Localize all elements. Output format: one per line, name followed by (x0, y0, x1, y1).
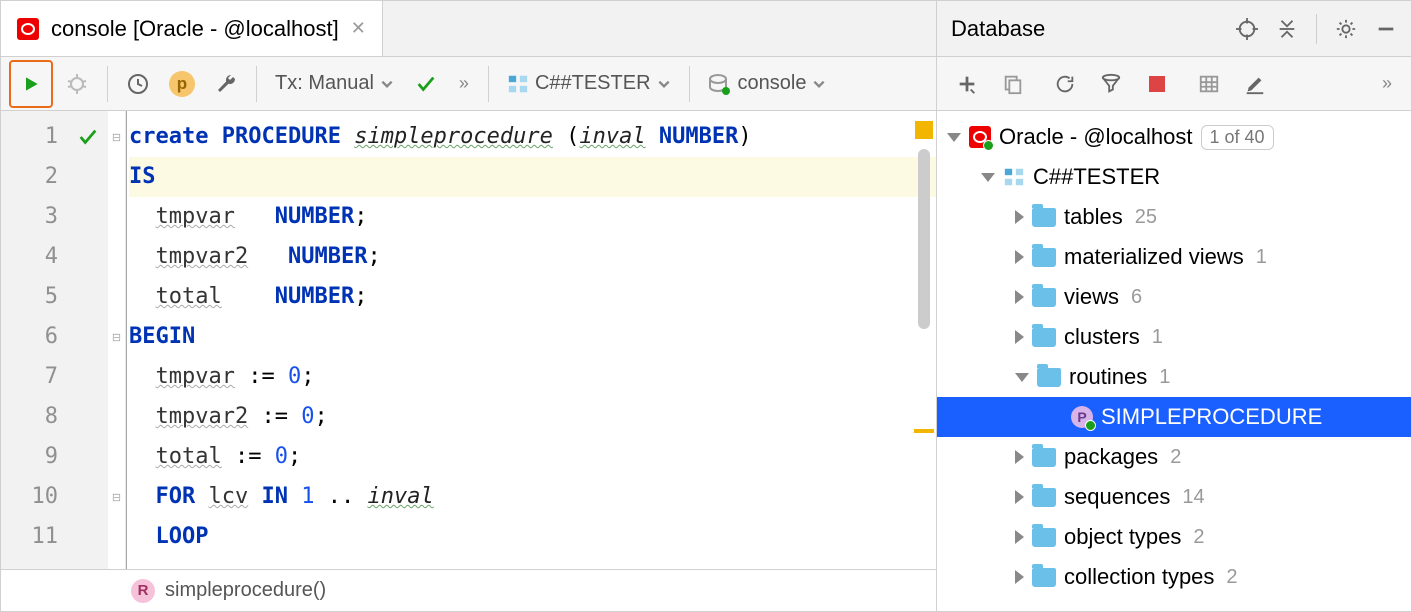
tree-label: tables (1064, 204, 1123, 230)
folder-icon (1032, 248, 1056, 267)
filter-button[interactable] (1091, 64, 1131, 104)
tx-mode-dropdown[interactable]: Tx: Manual (267, 72, 402, 95)
refresh-button[interactable] (1045, 64, 1085, 104)
breadcrumb-bar: R simpleprocedure() (1, 569, 936, 611)
run-button[interactable] (9, 60, 53, 108)
target-icon[interactable] (1236, 18, 1258, 40)
code-editor[interactable]: 1234567891011 ⊟⊟⊟ create PROCEDURE simpl… (1, 111, 936, 569)
tree-label: Oracle - @localhost (999, 124, 1193, 150)
folder-icon (1032, 208, 1056, 227)
count-label: 2 (1193, 526, 1204, 549)
editor-tabs: console [Oracle - @localhost] ✕ (1, 1, 936, 57)
tree-label: materialized views (1064, 244, 1244, 270)
marker-icon (914, 429, 934, 433)
count-label: 25 (1135, 206, 1157, 229)
folder-icon (1032, 568, 1056, 587)
panel-title: Database (951, 16, 1045, 42)
edit-button[interactable] (1235, 64, 1275, 104)
tree-label: collection types (1064, 564, 1214, 590)
tree-row[interactable]: tables 25 (937, 197, 1411, 237)
tree-label: C##TESTER (1033, 164, 1160, 190)
console-dropdown[interactable]: console (700, 72, 835, 95)
count-label: 1 (1152, 326, 1163, 349)
tree-row[interactable]: collection types 2 (937, 557, 1411, 597)
gutter-icons (68, 111, 108, 569)
count-badge: 1 of 40 (1201, 125, 1274, 150)
more-button[interactable]: » (1373, 64, 1401, 104)
tree-row[interactable]: C##TESTER (937, 157, 1411, 197)
oracle-icon (969, 126, 991, 148)
history-button[interactable] (118, 64, 158, 104)
tree-label: sequences (1064, 484, 1170, 510)
duplicate-button[interactable] (993, 64, 1033, 104)
folder-icon (1037, 368, 1061, 387)
count-label: 2 (1226, 566, 1237, 589)
count-label: 14 (1182, 486, 1204, 509)
folder-icon (1032, 448, 1056, 467)
line-numbers: 1234567891011 (1, 111, 68, 569)
oracle-icon (17, 18, 39, 40)
tree-label: routines (1069, 364, 1147, 390)
tree-label: clusters (1064, 324, 1140, 350)
tree-row[interactable]: clusters 1 (937, 317, 1411, 357)
editor-toolbar: p Tx: Manual » C##TESTER console (1, 57, 936, 111)
procedure-icon: P (1071, 406, 1093, 428)
count-label: 1 (1159, 366, 1170, 389)
collapse-icon[interactable] (1276, 18, 1298, 40)
debug-button[interactable] (57, 64, 97, 104)
editor-tab[interactable]: console [Oracle - @localhost] ✕ (1, 1, 383, 56)
warning-marker-icon (915, 121, 933, 139)
tab-title: console [Oracle - @localhost] (51, 16, 339, 42)
database-panel-header: Database (937, 1, 1411, 57)
editor-scrollbar[interactable] (912, 111, 936, 569)
count-label: 2 (1170, 446, 1181, 469)
more-button[interactable]: » (450, 64, 478, 104)
folder-icon (1032, 288, 1056, 307)
tree-row[interactable]: P SIMPLEPROCEDURE (937, 397, 1411, 437)
breadcrumb-proc[interactable]: simpleprocedure() (165, 579, 326, 602)
fold-column[interactable]: ⊟⊟⊟ (108, 111, 126, 569)
close-icon[interactable]: ✕ (351, 18, 366, 39)
tree-row[interactable]: materialized views 1 (937, 237, 1411, 277)
code-body[interactable]: create PROCEDURE simpleprocedure (inval … (126, 111, 936, 569)
tree-row[interactable]: Oracle - @localhost 1 of 40 (937, 117, 1411, 157)
stop-button[interactable] (1137, 64, 1177, 104)
schema-dropdown[interactable]: C##TESTER (499, 72, 679, 95)
database-tree[interactable]: Oracle - @localhost 1 of 40 C##TESTER tabl… (937, 111, 1411, 611)
minimize-icon[interactable] (1375, 18, 1397, 40)
database-toolbar: » (937, 57, 1411, 111)
folder-icon (1032, 488, 1056, 507)
procedure-button[interactable]: p (162, 64, 202, 104)
routine-icon: R (131, 579, 155, 603)
tree-row[interactable]: views 6 (937, 277, 1411, 317)
schema-icon (1003, 166, 1025, 188)
wrench-button[interactable] (206, 64, 246, 104)
tree-row[interactable]: packages 2 (937, 437, 1411, 477)
count-label: 1 (1256, 246, 1267, 269)
scroll-thumb[interactable] (918, 149, 930, 329)
tree-row[interactable]: routines 1 (937, 357, 1411, 397)
tree-label: object types (1064, 524, 1181, 550)
tree-row[interactable]: sequences 14 (937, 477, 1411, 517)
gear-icon[interactable] (1335, 18, 1357, 40)
tree-label: SIMPLEPROCEDURE (1101, 404, 1322, 430)
tree-row[interactable]: object types 2 (937, 517, 1411, 557)
folder-icon (1032, 328, 1056, 347)
commit-button[interactable] (406, 64, 446, 104)
add-button[interactable] (947, 64, 987, 104)
count-label: 6 (1131, 286, 1142, 309)
folder-icon (1032, 528, 1056, 547)
table-button[interactable] (1189, 64, 1229, 104)
tree-label: packages (1064, 444, 1158, 470)
tree-label: views (1064, 284, 1119, 310)
